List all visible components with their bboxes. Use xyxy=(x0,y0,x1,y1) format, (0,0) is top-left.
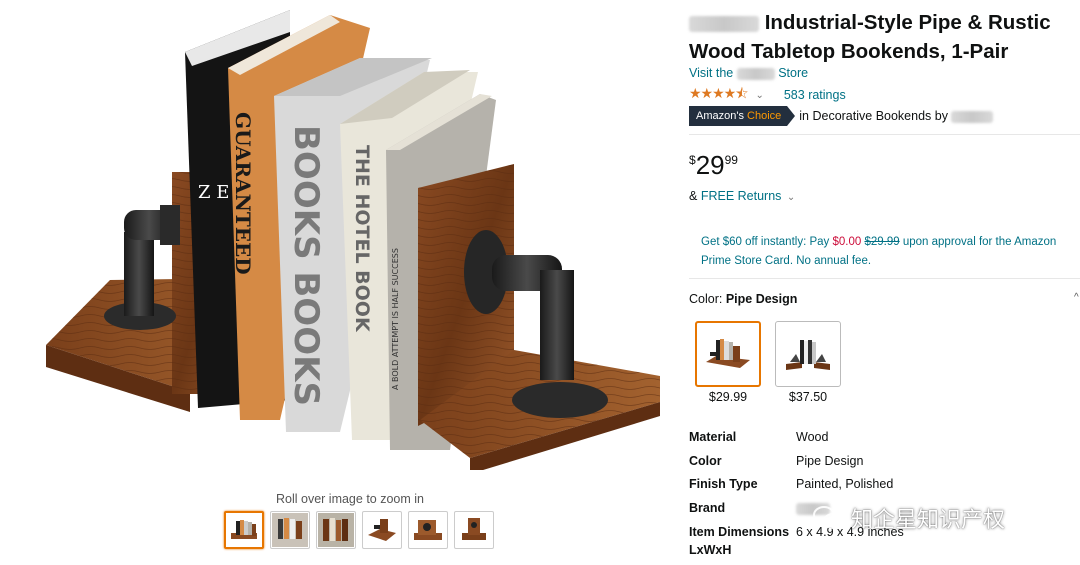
store-suffix: Store xyxy=(778,66,809,80)
star-rating-icon[interactable]: ★★★★⯪ xyxy=(689,83,748,107)
book-spine-hotel: THE HOTEL BOOK xyxy=(351,145,373,333)
spec-key: Finish Type xyxy=(689,477,758,491)
variant-price-2: $37.50 xyxy=(788,390,828,404)
returns-amp: & xyxy=(689,189,698,203)
thumbnail-5[interactable] xyxy=(408,511,448,549)
store-link[interactable]: Visit the Store xyxy=(689,66,808,80)
redacted-brand xyxy=(689,15,759,32)
thumbnail-3[interactable] xyxy=(316,511,356,549)
choice-category: in Decorative Bookends by xyxy=(799,109,994,123)
thumbnail-6[interactable] xyxy=(454,511,494,549)
watermark: 知企星知识产权 xyxy=(813,502,1005,534)
redacted-brand-2 xyxy=(951,110,994,123)
promo-was-price: $29.99 xyxy=(864,236,900,248)
choice-category-text: in Decorative Bookends by xyxy=(799,109,948,123)
chevron-up-icon[interactable]: ^ xyxy=(1074,292,1079,303)
thumbnail-4[interactable] xyxy=(362,511,402,549)
wechat-icon xyxy=(813,506,843,529)
prime-card-promo[interactable]: Get $60 off instantly: Pay $0.00 $29.99 … xyxy=(701,233,1061,271)
color-selector-label: Color: Pipe Design xyxy=(689,292,797,306)
thumbnail-1[interactable] xyxy=(224,511,264,549)
badge-prefix: Amazon's xyxy=(696,110,744,122)
promo-text-1: Get $60 off instantly: Pay xyxy=(701,236,830,248)
thumbnail-2[interactable] xyxy=(270,511,310,549)
spec-key: Item Dimensions LxWxH xyxy=(689,525,790,557)
divider xyxy=(689,134,1080,135)
ratings-count-link[interactable]: 583 ratings xyxy=(784,88,846,102)
spec-key: Color xyxy=(689,454,722,468)
amazons-choice-row: Amazon's Choice in Decorative Bookends b… xyxy=(689,106,994,126)
book-spine-guaranteed: GUARANTEED xyxy=(231,112,255,275)
variant-price-1: $29.99 xyxy=(708,390,748,404)
divider xyxy=(689,278,1080,279)
product-title: Industrial-Style Pipe & Rustic Wood Tabl… xyxy=(689,8,1074,66)
amazons-choice-badge: Amazon's Choice xyxy=(689,106,796,126)
zoom-hint-text: Roll over image to zoom in xyxy=(276,492,424,506)
spec-value: Wood xyxy=(796,430,829,444)
watermark-text: 知企星知识产权 xyxy=(851,507,1006,532)
chevron-down-icon[interactable]: ⌄ xyxy=(787,192,795,203)
bookends-illustration: Z E D GUARANTEED BOOKS BOOKS THE HOTEL B… xyxy=(46,10,660,474)
free-returns-link[interactable]: FREE Returns xyxy=(701,189,782,203)
badge-highlight: Choice xyxy=(747,110,782,122)
price: $2999 xyxy=(689,150,738,181)
variant-swatch-alt[interactable] xyxy=(775,321,841,387)
book-spine-books: BOOKS BOOKS xyxy=(286,125,326,406)
thumbnail-strip xyxy=(224,511,494,549)
book-spine-bold-attempt: A BOLD ATTEMPT IS HALF SUCCESS xyxy=(391,248,400,390)
spec-key: Brand xyxy=(689,501,726,515)
variant-swatch-pipe-design[interactable] xyxy=(695,321,761,387)
main-product-image[interactable]: Z E D GUARANTEED BOOKS BOOKS THE HOTEL B… xyxy=(40,0,670,474)
redacted-store-name xyxy=(736,67,775,80)
spec-value: Pipe Design xyxy=(796,454,864,468)
color-value: Pipe Design xyxy=(725,292,798,306)
price-symbol: $ xyxy=(689,153,696,167)
free-returns[interactable]: & FREE Returns ⌄ xyxy=(689,189,795,203)
spec-key: Material xyxy=(689,430,737,444)
store-prefix: Visit the xyxy=(689,66,734,80)
promo-pay-price: $0.00 xyxy=(832,236,862,248)
price-fraction: 99 xyxy=(724,153,738,167)
chevron-down-icon[interactable]: ⌄ xyxy=(755,90,763,101)
spec-value: Painted, Polished xyxy=(796,477,894,491)
rating-row: ★★★★⯪ ⌄ 583 ratings xyxy=(689,83,846,107)
color-label: Color: xyxy=(689,292,723,306)
price-whole: 29 xyxy=(695,150,725,180)
